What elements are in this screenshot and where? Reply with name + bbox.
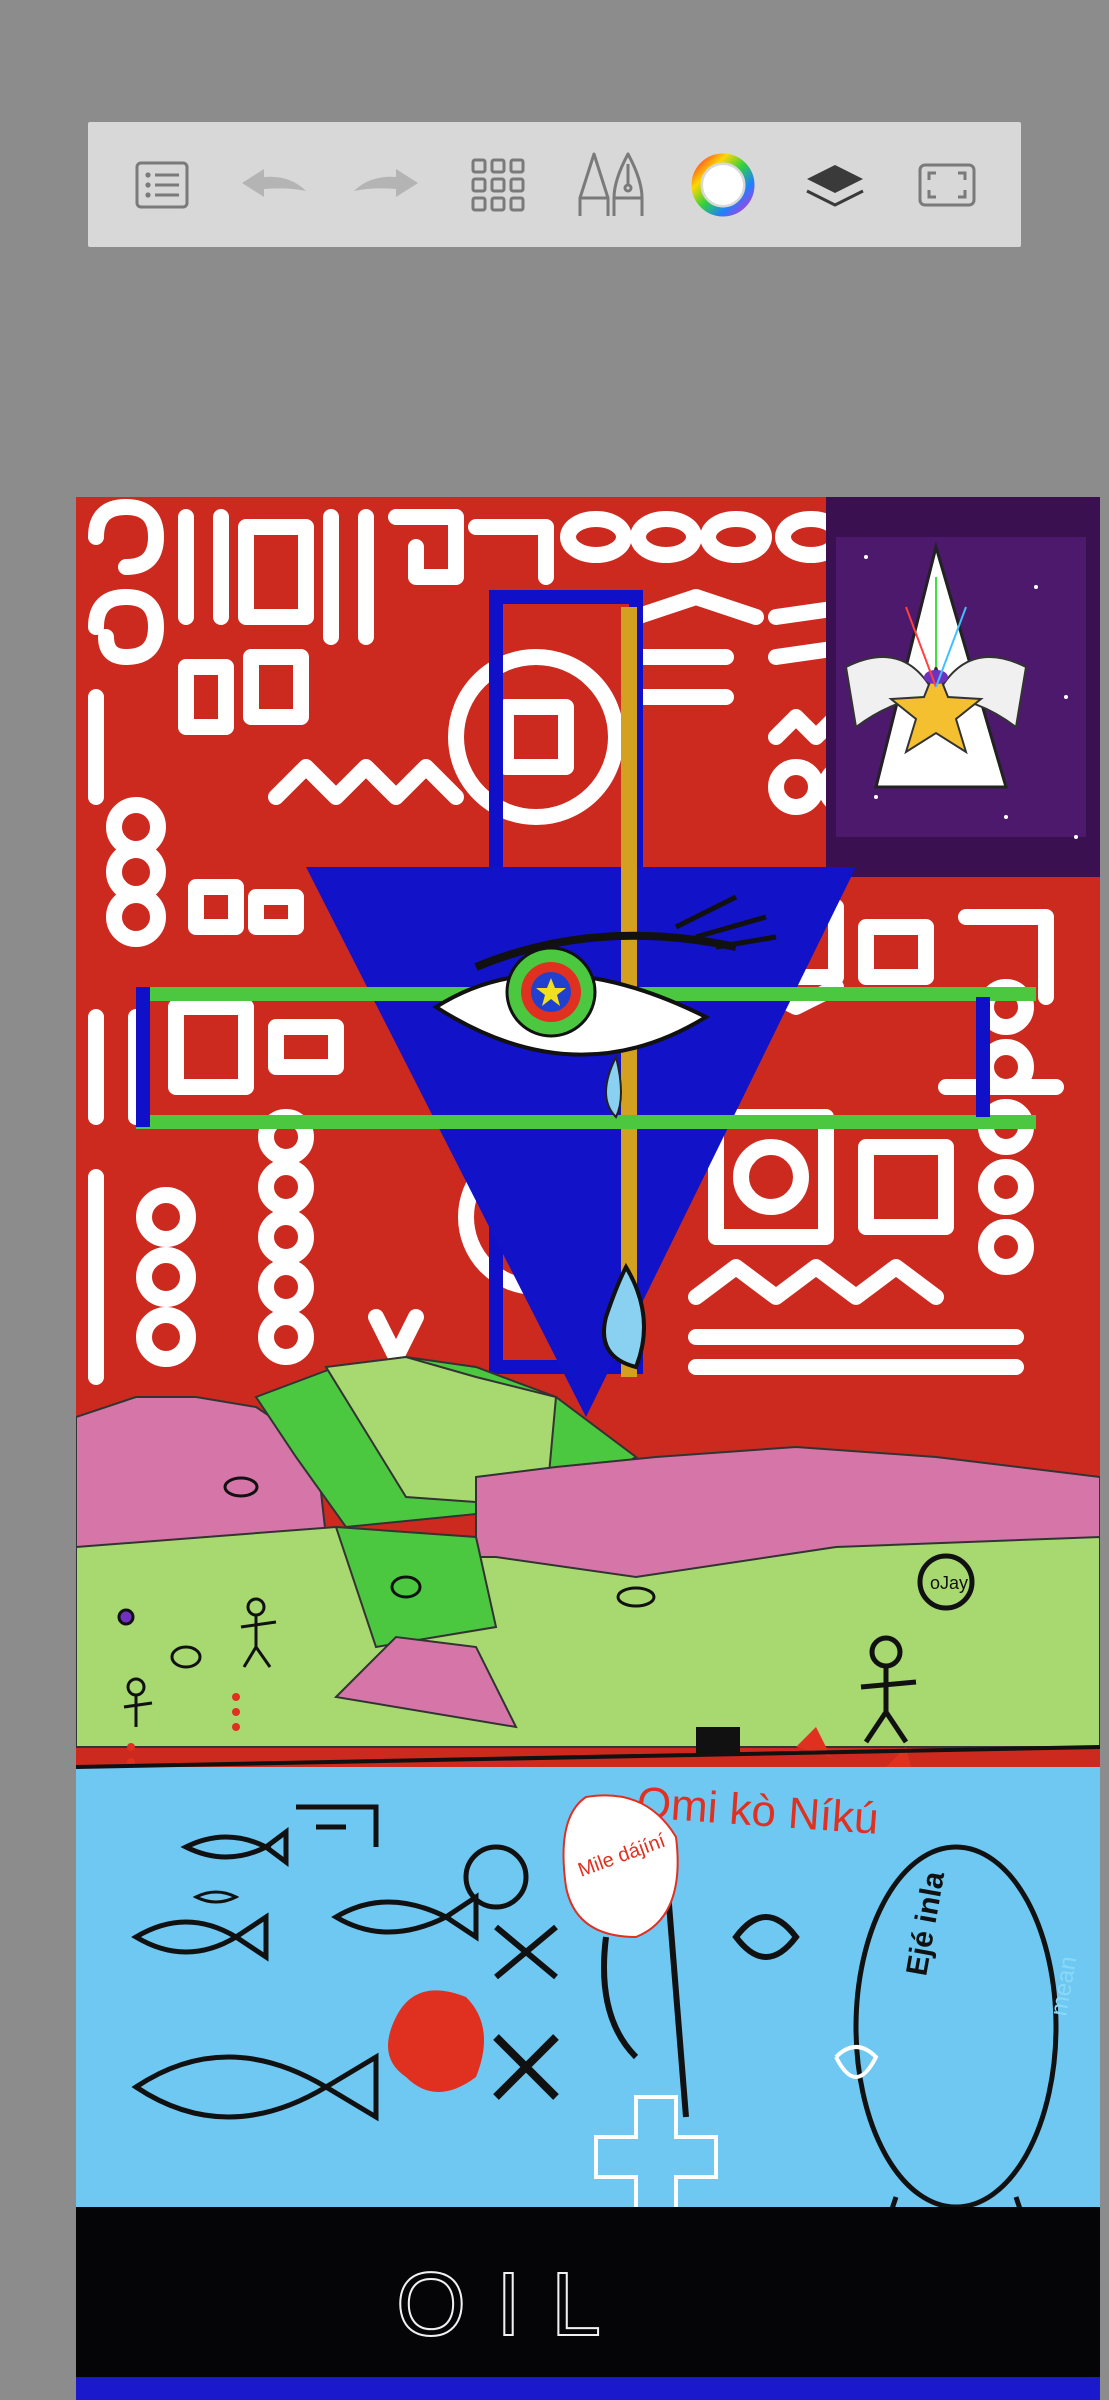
pencil-pen-icon <box>578 152 644 216</box>
brush-tools-button[interactable] <box>573 147 649 223</box>
grid-icon <box>471 158 525 211</box>
color-wheel-icon <box>691 153 755 216</box>
gallery-list-button[interactable] <box>124 147 200 223</box>
person-tag-text: oJay <box>930 1573 968 1593</box>
undo-button[interactable] <box>236 147 312 223</box>
brush-library-button[interactable] <box>460 147 536 223</box>
green-bar-bottom <box>136 1115 1036 1129</box>
fullscreen-icon <box>918 163 976 206</box>
color-picker-button[interactable] <box>685 147 761 223</box>
layers-button[interactable] <box>797 147 873 223</box>
layers-icon <box>806 164 864 206</box>
fullscreen-button[interactable] <box>909 147 985 223</box>
list-icon <box>135 161 189 208</box>
drawing-canvas[interactable]: oJay Omi kò Níkú Mile dájíní Ejé inla me… <box>76 497 1100 2400</box>
space-star-artwork <box>826 497 1100 877</box>
canvas-toolbar <box>88 122 1021 247</box>
undo-arrow-icon <box>242 168 307 197</box>
redo-button[interactable] <box>348 147 424 223</box>
bottom-label-text: OIL <box>396 2255 631 2355</box>
redo-arrow-icon <box>354 168 419 197</box>
